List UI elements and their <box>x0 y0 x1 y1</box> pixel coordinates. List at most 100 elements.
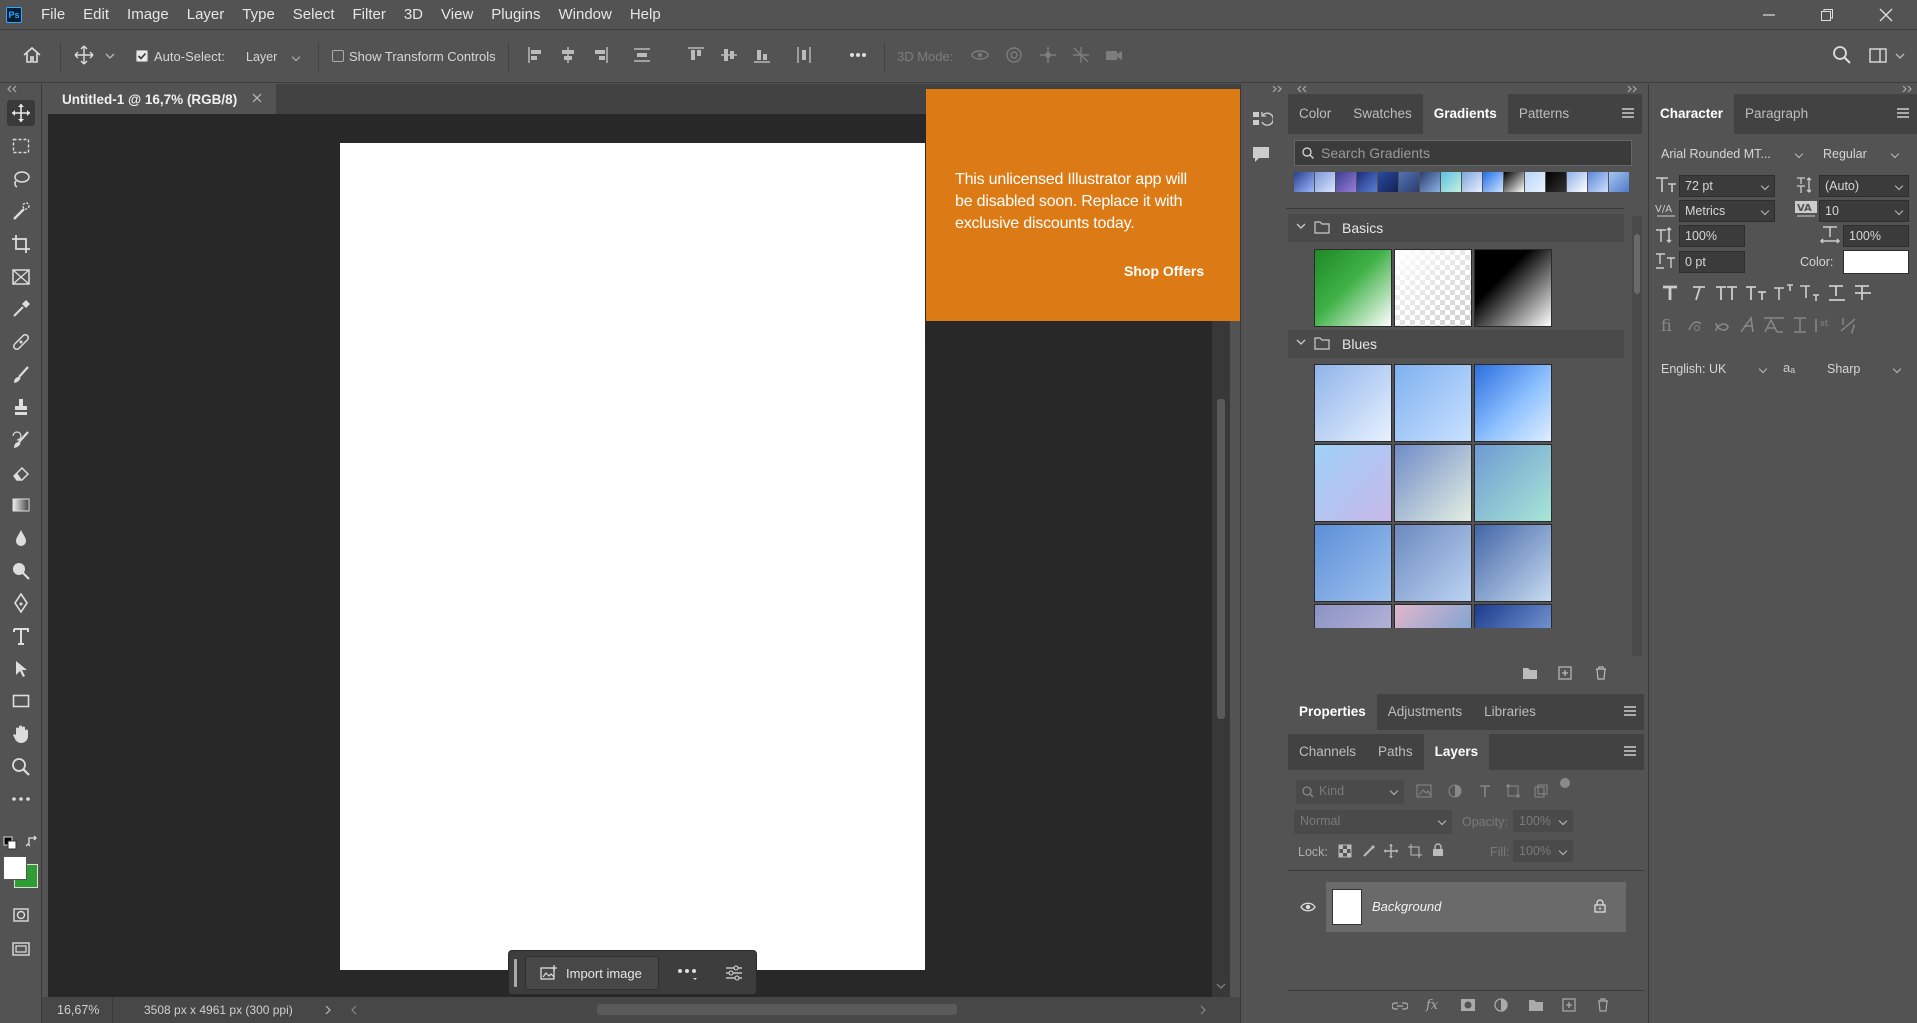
rectangle-tool-icon[interactable] <box>7 688 35 714</box>
edit-toolbar-icon[interactable] <box>7 786 35 812</box>
home-icon[interactable] <box>22 45 42 65</box>
horizontal-scroll-thumb[interactable] <box>597 1004 957 1015</box>
tab-channels[interactable]: Channels <box>1288 734 1367 770</box>
swash-icon[interactable] <box>1713 318 1731 334</box>
fractions-icon[interactable] <box>1839 316 1859 334</box>
recent-gradient-swatch[interactable] <box>1399 172 1419 192</box>
gradient-group-basics-header[interactable] <box>1288 214 1624 242</box>
tab-color[interactable]: Color <box>1288 94 1342 134</box>
foreground-color-swatch[interactable] <box>3 856 27 880</box>
healing-brush-tool-icon[interactable] <box>7 329 35 355</box>
comments-panel-icon[interactable] <box>1251 144 1271 164</box>
gradient-swatch-foreground-to-transparent[interactable] <box>1394 249 1472 327</box>
gradient-swatch-blue[interactable] <box>1314 364 1392 442</box>
align-bottom-icon[interactable] <box>752 45 772 65</box>
menu-edit[interactable]: Edit <box>74 0 118 29</box>
filter-adjustment-layer-icon[interactable] <box>1448 784 1462 798</box>
scroll-right-icon[interactable] <box>1199 1005 1207 1015</box>
new-gradient-icon[interactable] <box>1558 666 1572 680</box>
recent-gradient-swatch[interactable] <box>1546 172 1566 192</box>
tab-gradients[interactable]: Gradients <box>1422 94 1508 134</box>
blur-tool-icon[interactable] <box>7 525 35 551</box>
stylistic-alternates-icon[interactable] <box>1739 316 1757 334</box>
tracking-input[interactable]: 10 <box>1819 200 1909 222</box>
subscript-icon[interactable] <box>1799 284 1821 302</box>
recent-gradient-swatch[interactable] <box>1483 172 1503 192</box>
ordinals-icon[interactable] <box>1791 316 1809 334</box>
menu-type[interactable]: Type <box>233 0 284 29</box>
tab-character[interactable]: Character <box>1649 94 1735 134</box>
gradients-scroll-thumb[interactable] <box>1634 234 1640 294</box>
character-panel-menu-icon[interactable] <box>1897 108 1909 120</box>
delete-layer-icon[interactable] <box>1596 998 1610 1012</box>
frame-tool-icon[interactable] <box>7 264 35 290</box>
baseline-shift-input[interactable]: 0 pt <box>1679 251 1745 273</box>
gradient-search-input[interactable]: Search Gradients <box>1294 140 1632 166</box>
tab-patterns[interactable]: Patterns <box>1508 94 1580 134</box>
gradient-swatch-blue[interactable] <box>1314 524 1392 602</box>
chevron-down-icon[interactable] <box>1296 223 1306 231</box>
link-layers-icon[interactable] <box>1392 998 1408 1012</box>
font-family-dropdown[interactable]: Arial Rounded MT... <box>1655 143 1809 165</box>
tab-paths[interactable]: Paths <box>1367 734 1424 770</box>
align-left-icon[interactable] <box>526 45 546 65</box>
layer-row-background[interactable]: Background <box>1326 882 1626 932</box>
gradient-swatch-blue[interactable] <box>1474 604 1552 628</box>
new-gradient-group-icon[interactable] <box>1522 666 1538 680</box>
opacity-input[interactable]: 100% <box>1513 810 1573 832</box>
properties-panel-menu-icon[interactable] <box>1624 706 1636 718</box>
layer-visibility-eye-icon[interactable] <box>1300 902 1316 912</box>
history-brush-tool-icon[interactable] <box>7 427 35 453</box>
recent-gradient-swatch[interactable] <box>1588 172 1608 192</box>
menu-layer[interactable]: Layer <box>178 0 234 29</box>
fill-input[interactable]: 100% <box>1513 840 1573 862</box>
document-canvas[interactable] <box>340 143 925 970</box>
workspace-icon[interactable] <box>1868 45 1888 65</box>
minimize-button[interactable] <box>1740 0 1798 29</box>
menu-select[interactable]: Select <box>284 0 344 29</box>
gradient-swatch-blue[interactable] <box>1394 604 1472 628</box>
eyedropper-tool-icon[interactable] <box>7 296 35 322</box>
more-options-icon[interactable] <box>848 45 868 65</box>
align-vertical-center-icon[interactable] <box>719 45 739 65</box>
default-colors-icon[interactable] <box>3 836 17 850</box>
collapse-strip-icon[interactable] <box>1271 84 1283 94</box>
tab-swatches[interactable]: Swatches <box>1342 94 1423 134</box>
task-bar-drag-handle[interactable] <box>514 959 517 987</box>
gradient-swatch-blue[interactable] <box>1394 444 1472 522</box>
vertical-scale-input[interactable]: 100% <box>1679 225 1745 247</box>
superscript-icon[interactable] <box>1773 284 1795 302</box>
old-style-icon[interactable] <box>1687 318 1705 334</box>
recent-gradient-swatch[interactable] <box>1294 172 1314 192</box>
recent-gradient-swatch[interactable] <box>1504 172 1524 192</box>
gradient-swatch-blue[interactable] <box>1314 444 1392 522</box>
new-group-icon[interactable] <box>1528 998 1544 1012</box>
delete-gradient-icon[interactable] <box>1594 666 1608 680</box>
crop-tool-icon[interactable] <box>7 231 35 257</box>
gradient-swatch-blue[interactable] <box>1474 444 1552 522</box>
small-caps-icon[interactable] <box>1745 284 1769 302</box>
menu-view[interactable]: View <box>432 0 482 29</box>
gradient-swatch-blue[interactable] <box>1314 604 1392 628</box>
recent-gradient-swatch[interactable] <box>1462 172 1482 192</box>
status-menu-chevron-icon[interactable] <box>324 1005 332 1015</box>
dodge-tool-icon[interactable] <box>7 558 35 584</box>
menu-image[interactable]: Image <box>118 0 178 29</box>
filter-shape-layer-icon[interactable] <box>1506 784 1520 798</box>
tool-preset-chevron-icon[interactable] <box>104 45 116 65</box>
recent-gradient-swatch[interactable] <box>1525 172 1545 192</box>
gradient-swatch-foreground-to-background[interactable] <box>1314 249 1392 327</box>
gradient-swatch-black-white[interactable] <box>1474 249 1552 327</box>
gradients-scrollbar[interactable] <box>1632 216 1642 656</box>
hand-tool-icon[interactable] <box>7 721 35 747</box>
recent-gradient-swatch[interactable] <box>1567 172 1587 192</box>
tab-paragraph[interactable]: Paragraph <box>1734 94 1819 134</box>
recent-gradient-swatch[interactable] <box>1315 172 1335 192</box>
scroll-down-icon[interactable] <box>1216 982 1226 990</box>
faux-italic-icon[interactable] <box>1689 284 1707 302</box>
ordinal-st-icon[interactable]: st <box>1813 316 1835 334</box>
search-icon[interactable] <box>1832 45 1852 65</box>
new-layer-icon[interactable] <box>1562 998 1576 1012</box>
antialias-dropdown[interactable]: Sharp <box>1821 358 1907 380</box>
move-tool-icon[interactable] <box>7 100 35 126</box>
